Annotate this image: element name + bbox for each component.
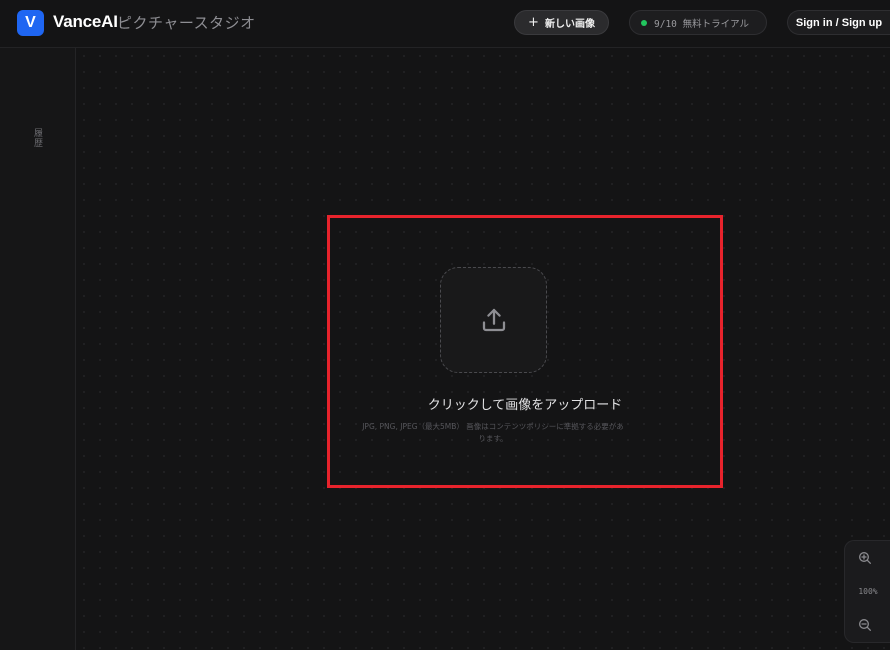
brand-subtitle: ピクチャースタジオ [117,14,256,32]
zoom-level: 100% [858,587,878,596]
zoom-out-icon[interactable] [857,617,873,633]
status-dot-icon [641,19,647,26]
upload-icon [482,308,505,332]
history-sidebar: 履歴 [0,48,76,650]
zoom-panel: 100% [844,540,890,643]
trial-label: 9/10 無料トライアル [654,18,750,30]
zoom-in-icon[interactable] [857,550,873,566]
new-image-label: 新しい画像 [544,19,595,30]
upload-title[interactable]: クリックして画像をアップロード [330,394,720,413]
sign-in-button[interactable]: Sign in / Sign up [787,10,890,35]
history-label[interactable]: 履歴 [31,128,44,148]
trial-status: 9/10 無料トライアル [629,10,767,35]
upload-dropzone[interactable] [440,267,547,373]
app-window: V VanceAI ピクチャースタジオ + 新しい画像 9/10 無料トライアル… [0,0,890,650]
upload-note: JPG, PNG, JPEG（最大5MB） 画像はコンテンツポリシーに準拠する必… [362,422,624,443]
new-image-button[interactable]: + 新しい画像 [514,10,609,35]
logo-mark[interactable]: V [17,10,44,36]
top-header: V VanceAI ピクチャースタジオ + 新しい画像 9/10 無料トライアル… [0,0,890,48]
brand-name: VanceAI [53,12,118,31]
plus-icon: + [528,15,539,30]
